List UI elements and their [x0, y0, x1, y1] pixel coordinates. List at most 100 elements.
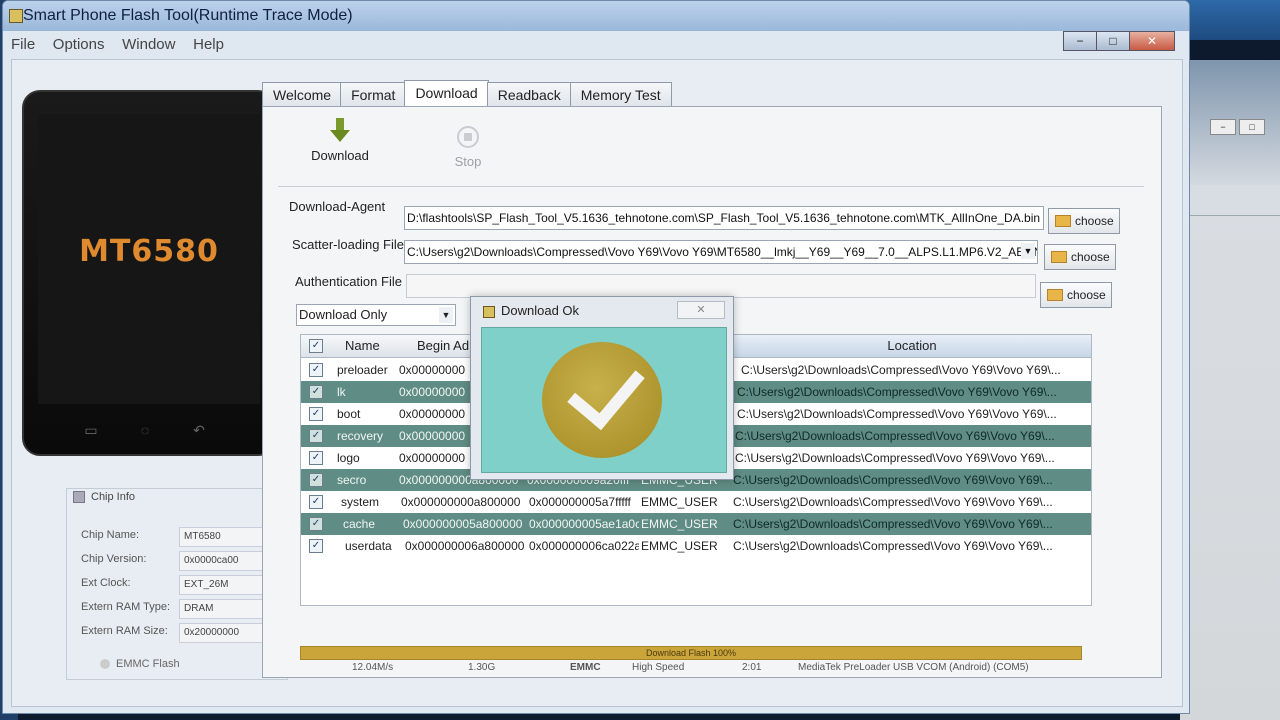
- dialog-body: [481, 327, 727, 473]
- chip-info-panel: Chip Info Chip Name: MT6580 Chip Version…: [66, 488, 288, 680]
- row-name: secro: [337, 473, 367, 487]
- status-storage: EMMC: [570, 662, 601, 673]
- row-region: EMMC_USER: [641, 495, 718, 509]
- phone-model-label: MT6580: [79, 234, 219, 269]
- row-region: EMMC_USER: [641, 517, 718, 531]
- row-checkbox[interactable]: ✓: [309, 495, 323, 509]
- chip-info-header[interactable]: Chip Info: [73, 491, 135, 504]
- menu-options[interactable]: Options: [53, 33, 105, 57]
- row-name: logo: [337, 451, 360, 465]
- dialog-app-icon: [483, 306, 495, 318]
- row-end: 0x000000006ca022af: [529, 539, 639, 553]
- row-name: lk: [337, 385, 346, 399]
- ram-size-label: Extern RAM Size:: [81, 625, 168, 637]
- scatter-file-value: C:\Users\g2\Downloads\Compressed\Vovo Y6…: [407, 245, 1038, 259]
- row-location: C:\Users\g2\Downloads\Compressed\Vovo Y6…: [735, 425, 1081, 447]
- row-checkbox[interactable]: ✓: [309, 385, 323, 399]
- choose-download-agent-button[interactable]: choose: [1048, 208, 1120, 234]
- row-begin: 0x000000005a800000: [403, 517, 523, 531]
- dialog-close-button[interactable]: ✕: [677, 301, 725, 319]
- row-checkbox[interactable]: ✓: [309, 429, 323, 443]
- status-mode: High Speed: [632, 662, 685, 673]
- download-button[interactable]: Download: [300, 118, 380, 163]
- folder-icon: [1055, 214, 1071, 227]
- dialog-title: Download Ok: [501, 303, 580, 318]
- row-checkbox[interactable]: ✓: [309, 451, 323, 465]
- chip-version-value: 0x0000ca00: [179, 551, 275, 571]
- row-location: C:\Users\g2\Downloads\Compressed\Vovo Y6…: [733, 539, 1053, 553]
- choose-auth-file-button[interactable]: choose: [1040, 282, 1112, 308]
- folder-icon: [1051, 250, 1067, 263]
- row-name: recovery: [337, 429, 384, 443]
- row-begin: 0x000000000a800000: [401, 495, 521, 509]
- row-name: boot: [337, 407, 361, 421]
- chevron-down-icon[interactable]: ▼: [439, 307, 453, 323]
- background-window-toolbar: [1180, 185, 1280, 216]
- download-button-label: Download: [311, 148, 369, 163]
- download-ok-dialog: Download Ok ✕: [470, 296, 734, 480]
- col-name-header: Name: [345, 338, 380, 353]
- row-end: 0x000000005ae1a0cf: [529, 517, 639, 531]
- row-end: 0x000000005a7fffff: [529, 495, 631, 509]
- row-location: C:\Users\g2\Downloads\Compressed\Vovo Y6…: [737, 407, 1057, 421]
- folder-icon: [1047, 288, 1063, 301]
- select-all-checkbox[interactable]: ✓: [309, 339, 323, 353]
- checkmark-icon: [567, 349, 645, 431]
- emmc-flash-icon: [100, 659, 110, 670]
- row-begin: 0x000000006a800000: [405, 539, 525, 553]
- row-checkbox[interactable]: ✓: [309, 473, 323, 487]
- table-row[interactable]: ✓ userdata 0x000000006a800000 0x00000000…: [301, 535, 1091, 557]
- tab-readback[interactable]: Readback: [486, 82, 572, 107]
- chevron-down-icon[interactable]: ▼: [1021, 243, 1035, 259]
- menu-window[interactable]: Window: [122, 33, 175, 57]
- row-location: C:\Users\g2\Downloads\Compressed\Vovo Y6…: [737, 381, 1081, 403]
- row-name: userdata: [345, 539, 392, 553]
- emmc-flash-label: EMMC Flash: [116, 658, 180, 670]
- download-agent-field[interactable]: D:\flashtools\SP_Flash_Tool_V5.1636_tehn…: [404, 206, 1044, 230]
- download-toolbar: Download Stop: [278, 112, 1144, 187]
- auth-file-field[interactable]: [406, 274, 1036, 298]
- row-location: C:\Users\g2\Downloads\Compressed\Vovo Y6…: [735, 451, 1055, 465]
- row-checkbox[interactable]: ✓: [309, 407, 323, 421]
- scatter-file-combo[interactable]: C:\Users\g2\Downloads\Compressed\Vovo Y6…: [404, 240, 1038, 264]
- chip-name-label: Chip Name:: [81, 529, 140, 541]
- tab-bar: Welcome Format Download Readback Memory Test: [262, 80, 672, 107]
- status-size: 1.30G: [468, 662, 496, 673]
- stop-button[interactable]: Stop: [438, 126, 498, 169]
- menu-help[interactable]: Help: [193, 33, 224, 57]
- row-name: cache: [343, 517, 376, 531]
- choose-scatter-file-button[interactable]: choose: [1044, 244, 1116, 270]
- background-window: [1180, 60, 1280, 720]
- table-row[interactable]: ✓ system 0x000000000a800000 0x000000005a…: [301, 491, 1091, 513]
- tab-download[interactable]: Download: [404, 80, 489, 107]
- download-mode-select[interactable]: Download Only ▼: [296, 304, 456, 326]
- status-time: 2:01: [742, 662, 762, 673]
- tab-memory-test[interactable]: Memory Test: [569, 82, 672, 107]
- download-mode-value: Download Only: [299, 307, 388, 322]
- row-checkbox[interactable]: ✓: [309, 517, 323, 531]
- table-row[interactable]: ✓ cache 0x000000005a800000 0x000000005ae…: [301, 513, 1091, 535]
- chip-info-icon: [73, 491, 85, 504]
- menu-file[interactable]: File: [11, 33, 35, 57]
- download-arrow-icon: [330, 118, 350, 144]
- choose-label: choose: [1075, 214, 1114, 228]
- ram-type-label: Extern RAM Type:: [81, 601, 171, 613]
- row-location: C:\Users\g2\Downloads\Compressed\Vovo Y6…: [741, 363, 1061, 377]
- tab-welcome[interactable]: Welcome: [262, 82, 343, 107]
- row-checkbox[interactable]: ✓: [309, 363, 323, 377]
- status-speed: 12.04M/s: [352, 662, 394, 673]
- scatter-file-label: Scatter-loading File: [292, 237, 404, 252]
- ram-size-value: 0x20000000: [179, 623, 275, 643]
- auth-file-label: Authentication File: [295, 274, 402, 289]
- chip-name-value: MT6580: [179, 527, 275, 547]
- phone-illustration: MT6580 ▭ ◌ ↶: [22, 90, 276, 456]
- tab-format[interactable]: Format: [340, 82, 407, 107]
- choose-label: choose: [1071, 250, 1110, 264]
- row-region: EMMC_USER: [641, 539, 718, 553]
- emmc-flash-indicator: EMMC Flash: [100, 658, 180, 670]
- ram-type-value: DRAM: [179, 599, 275, 619]
- row-checkbox[interactable]: ✓: [309, 539, 323, 553]
- row-location: C:\Users\g2\Downloads\Compressed\Vovo Y6…: [733, 469, 1081, 491]
- row-location: C:\Users\g2\Downloads\Compressed\Vovo Y6…: [733, 513, 1081, 535]
- stop-icon: [457, 126, 479, 148]
